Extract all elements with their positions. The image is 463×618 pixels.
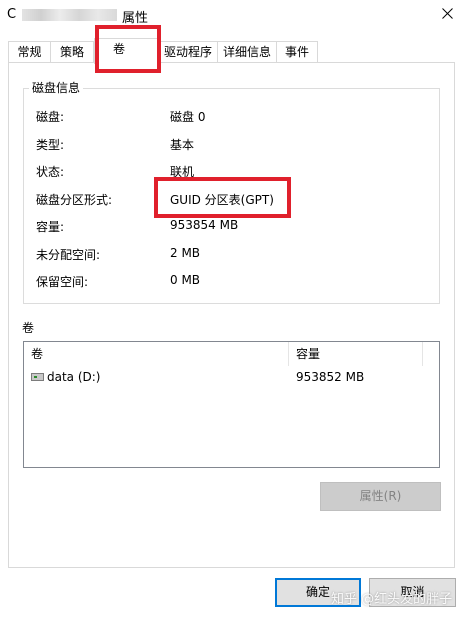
column-divider[interactable]	[422, 342, 423, 366]
tab-details-label: 详细信息	[222, 45, 271, 59]
unallocated-label: 未分配空间:	[36, 248, 101, 262]
status-value: 联机	[170, 165, 195, 179]
capacity-label: 容量:	[36, 220, 65, 234]
tab-policy[interactable]: 策略	[50, 41, 94, 62]
tab-general[interactable]: 常规	[8, 41, 51, 62]
partition-style-value: GUID 分区表(GPT)	[170, 193, 274, 207]
drive-icon	[31, 373, 44, 381]
type-label: 类型:	[36, 138, 65, 152]
column-header-volume[interactable]: 卷	[24, 342, 288, 366]
volumes-heading: 卷	[22, 321, 35, 335]
capacity-value: 953854 MB	[170, 218, 239, 232]
tab-volumes[interactable]: 卷	[94, 38, 159, 64]
tab-driver[interactable]: 驱动程序	[158, 41, 218, 62]
column-header-volume-label: 卷	[31, 347, 44, 361]
volume-capacity: 953852 MB	[296, 370, 365, 384]
column-header-capacity[interactable]: 容量	[289, 342, 422, 366]
blurred-device-name	[22, 9, 117, 21]
close-button[interactable]	[432, 0, 463, 30]
properties-button[interactable]: 属性(R)	[320, 482, 441, 511]
watermark: 知乎 @红头发的胖子	[331, 592, 453, 607]
tab-volumes-label: 卷	[113, 42, 126, 56]
properties-button-label: 属性(R)	[359, 489, 402, 503]
column-header-capacity-label: 容量	[296, 347, 321, 361]
unallocated-value: 2 MB	[170, 246, 201, 260]
window-title: 属性	[122, 11, 149, 26]
tab-events[interactable]: 事件	[276, 41, 318, 62]
tab-policy-label: 策略	[59, 45, 84, 59]
tab-strip: 常规 策略 卷 驱动程序 详细信息 事件	[8, 38, 455, 64]
disk-label: 磁盘:	[36, 110, 65, 124]
window-title-prefix: C	[7, 7, 17, 22]
type-value: 基本	[170, 138, 195, 152]
ok-button-label: 确定	[305, 585, 330, 599]
tab-events-label: 事件	[284, 45, 309, 59]
tab-details[interactable]: 详细信息	[217, 41, 277, 62]
tab-driver-label: 驱动程序	[163, 45, 212, 59]
table-row[interactable]: data (D:) 953852 MB	[24, 366, 439, 388]
volume-name: data (D:)	[47, 370, 101, 384]
title-bar: C 属性	[0, 0, 463, 30]
partition-style-label: 磁盘分区形式:	[36, 193, 113, 207]
reserved-label: 保留空间:	[36, 275, 89, 289]
volumes-list[interactable]: 卷 容量 data (D:) 953852 MB	[23, 341, 440, 468]
status-label: 状态:	[36, 165, 65, 179]
disk-info-group-title: 磁盘信息	[29, 79, 84, 96]
close-icon	[442, 8, 453, 19]
disk-value: 磁盘 0	[170, 110, 206, 124]
reserved-value: 0 MB	[170, 273, 201, 287]
tab-general-label: 常规	[17, 45, 42, 59]
